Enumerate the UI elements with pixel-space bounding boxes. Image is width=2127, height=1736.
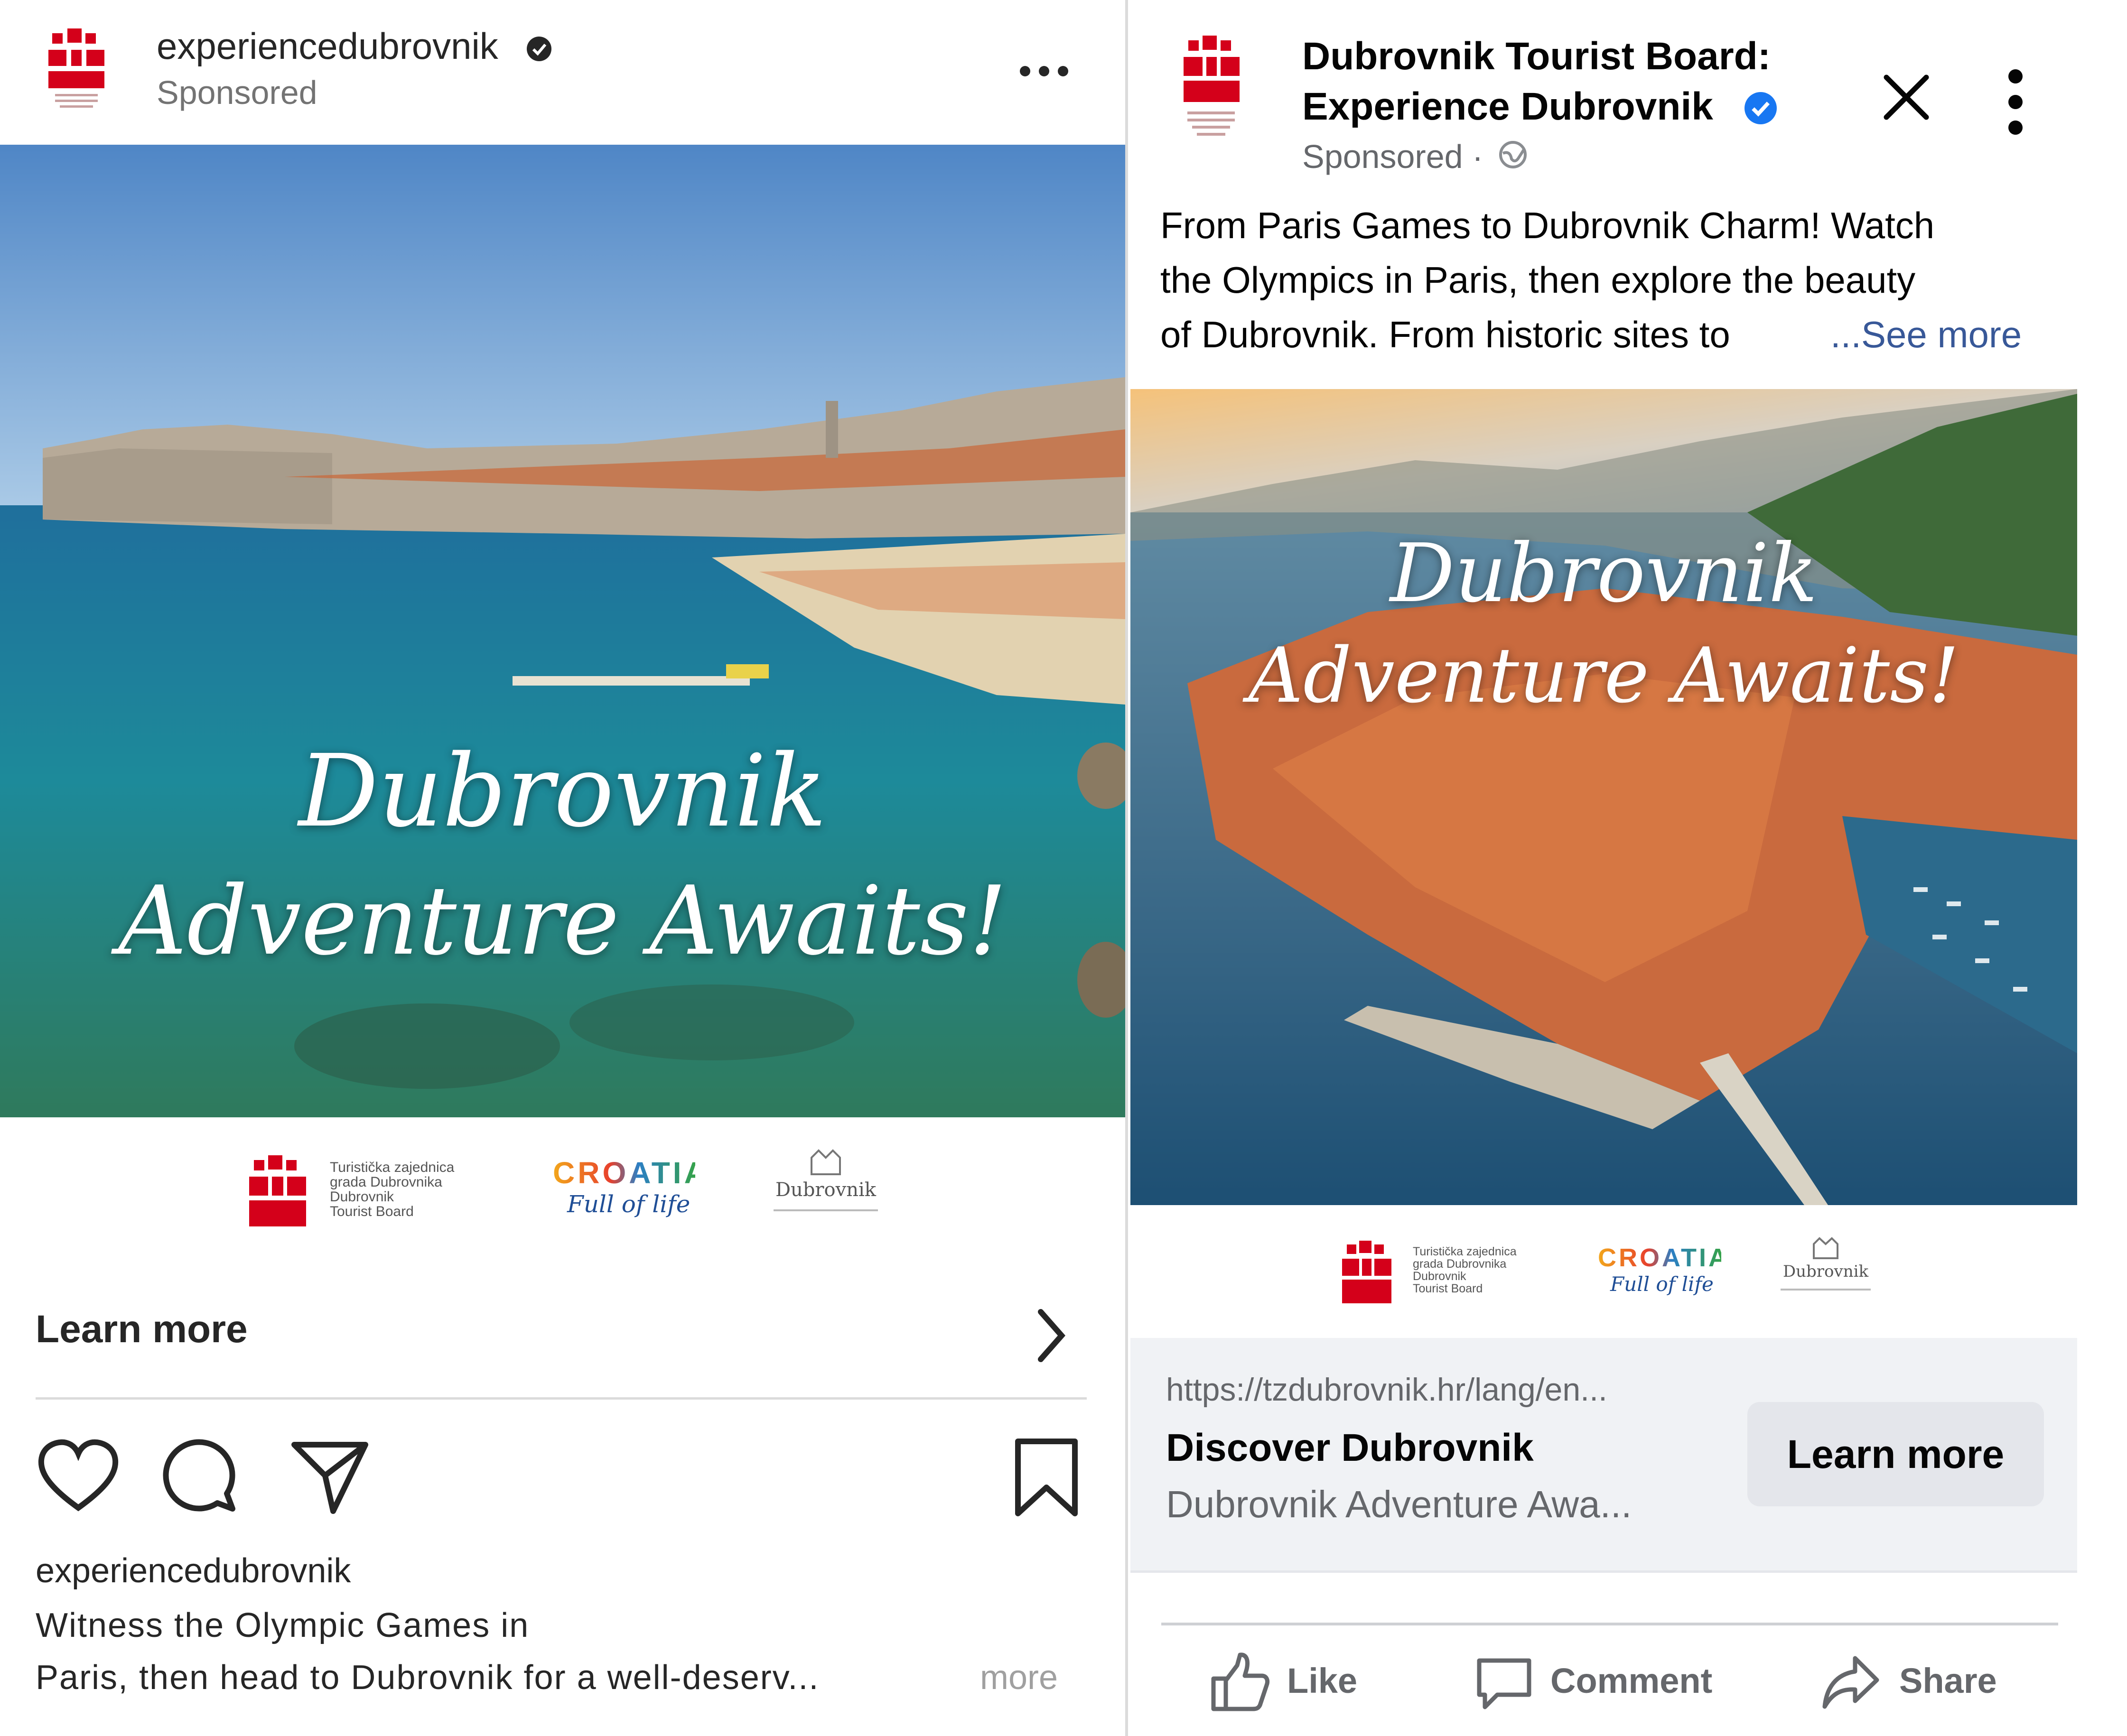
ig-learn-more-row[interactable]: Learn more xyxy=(36,1269,1087,1400)
fb-hero-title-line1: Dubrovnik xyxy=(1390,527,1818,621)
fb-post-text-line3: of Dubrovnik. From historic sites to xyxy=(1160,314,1730,355)
croatia-word: CROATIA xyxy=(553,1156,709,1190)
tourist-board-logo-icon xyxy=(1184,36,1240,136)
fb-see-more-link[interactable]: ...See more xyxy=(1830,313,2022,356)
tourist-board-text: Turistička zajednica grada Dubrovnika Du… xyxy=(1413,1245,1517,1295)
comment-bubble-icon xyxy=(1474,1656,1534,1713)
close-icon[interactable] xyxy=(1883,74,1930,121)
fb-share-label: Share xyxy=(1899,1661,1997,1700)
fb-learn-more-button[interactable]: Learn more xyxy=(1747,1402,2044,1506)
tourist-board-logo-icon xyxy=(1334,1241,1396,1307)
facebook-ad-post: Dubrovnik Tourist Board: Experience Dubr… xyxy=(1128,0,2127,1736)
fb-sponsored-label[interactable]: Sponsored · xyxy=(1302,138,1483,176)
tourist-board-line: Dubrovnik xyxy=(1413,1270,1466,1283)
dubrovnik-aerial-photo xyxy=(1130,389,2077,1205)
fb-post-text-line2: the Olympics in Paris, then explore the … xyxy=(1160,259,1916,301)
tourist-board-line: Tourist Board xyxy=(330,1204,414,1219)
bookmark-icon[interactable] xyxy=(1013,1438,1080,1518)
city-word: Dubrovnik xyxy=(775,1179,877,1201)
croatia-tagline: Full of life xyxy=(1610,1272,1714,1296)
share-icon[interactable] xyxy=(289,1438,370,1518)
fb-page-name-line1[interactable]: Dubrovnik Tourist Board: xyxy=(1302,34,1771,79)
tourist-board-line: grada Dubrovnika xyxy=(330,1174,442,1190)
croatia-logo: CROATIA Full of life xyxy=(553,1155,709,1236)
city-word: Dubrovnik xyxy=(1782,1262,1869,1281)
fb-action-share[interactable]: Share xyxy=(1821,1646,2025,1717)
tourist-board-line: Turistička zajednica xyxy=(330,1160,455,1175)
ig-caption-line2: Paris, then head to Dubrovnik for a well… xyxy=(36,1659,820,1697)
fb-link-description: Dubrovnik Adventure Awa... xyxy=(1166,1483,1632,1525)
fb-link-title[interactable]: Discover Dubrovnik xyxy=(1166,1426,1534,1470)
tourist-board-line: Dubrovnik xyxy=(330,1189,394,1205)
verified-badge-icon xyxy=(1743,90,1779,126)
ig-hero-title-line2: Adventure Awaits! xyxy=(118,866,1007,976)
ig-hero-title-line1: Dubrovnik xyxy=(298,733,827,849)
croatia-logo: CROATIA Full of life xyxy=(1598,1243,1729,1319)
fb-cta-label: Learn more xyxy=(1787,1431,2005,1476)
fb-like-label: Like xyxy=(1287,1661,1358,1700)
chevron-right-icon[interactable] xyxy=(1032,1307,1070,1364)
fb-link-preview[interactable]: https://tzdubrovnik.hr/lang/en... Discov… xyxy=(1130,1338,2077,1573)
tourist-board-line: Turistička zajednica xyxy=(1413,1245,1517,1258)
ig-partner-logos: Turistička zajednica grada Dubrovnika Du… xyxy=(0,1117,1125,1269)
fb-hero-title-line2: Adventure Awaits! xyxy=(1248,631,1959,720)
croatia-word: CROATIA xyxy=(1598,1244,1729,1272)
ig-avatar[interactable] xyxy=(38,24,114,119)
fb-action-comment[interactable]: Comment xyxy=(1474,1646,1740,1717)
fb-page-name-line2[interactable]: Experience Dubrovnik xyxy=(1302,84,1713,129)
ig-sponsored-label: Sponsored xyxy=(157,74,317,111)
fb-hero-image[interactable]: Dubrovnik Adventure Awaits! xyxy=(1130,389,2077,1205)
fb-link-url: https://tzdubrovnik.hr/lang/en... xyxy=(1166,1372,1607,1408)
more-horizontal-icon[interactable] xyxy=(1016,62,1073,81)
fb-actions-divider xyxy=(1161,1623,2058,1625)
city-crest-icon xyxy=(1813,1237,1838,1259)
ig-action-bar xyxy=(36,1428,1087,1516)
ig-caption-line1: Witness the Olympic Games in xyxy=(36,1606,530,1644)
tourist-board-line: Tourist Board xyxy=(1413,1282,1483,1295)
ig-account-name[interactable]: experiencedubrovnik xyxy=(157,25,498,68)
dubrovnik-city-logo: Dubrovnik xyxy=(1773,1234,1878,1324)
ig-header: experiencedubrovnik Sponsored xyxy=(0,0,1125,145)
ig-caption-account[interactable]: experiencedubrovnik xyxy=(36,1551,351,1590)
croatia-tagline: Full of life xyxy=(567,1190,690,1218)
globe-icon xyxy=(1498,140,1528,169)
fb-partner-logos: Turistička zajednica grada Dubrovnika Du… xyxy=(1130,1205,2077,1338)
fb-action-like[interactable]: Like xyxy=(1209,1646,1413,1717)
city-crest-icon xyxy=(811,1149,841,1175)
ig-cta-label[interactable]: Learn more xyxy=(36,1307,248,1352)
fb-comment-label: Comment xyxy=(1550,1661,1713,1700)
heart-icon[interactable] xyxy=(36,1438,121,1513)
fb-page-avatar[interactable] xyxy=(1173,36,1249,149)
fb-post-text-line1: From Paris Games to Dubrovnik Charm! Wat… xyxy=(1160,204,1935,246)
share-arrow-icon xyxy=(1821,1653,1880,1713)
tourist-board-logo-icon xyxy=(240,1155,311,1231)
instagram-ad-post: experiencedubrovnik Sponsored Dubrovnik … xyxy=(0,0,1128,1736)
tourist-board-line: grada Dubrovnika xyxy=(1413,1257,1507,1271)
verified-badge-icon xyxy=(524,34,554,64)
tourist-board-text: Turistička zajednica grada Dubrovnika Du… xyxy=(330,1160,454,1219)
dubrovnik-city-logo: Dubrovnik xyxy=(766,1146,885,1241)
more-vertical-icon[interactable] xyxy=(2006,69,2025,135)
comment-icon[interactable] xyxy=(161,1438,242,1518)
ig-hero-image[interactable]: Dubrovnik Adventure Awaits! xyxy=(0,145,1125,1117)
tourist-board-logo-icon xyxy=(48,28,104,108)
thumbs-up-icon xyxy=(1209,1651,1270,1713)
ig-caption-more[interactable]: more xyxy=(980,1658,1058,1697)
